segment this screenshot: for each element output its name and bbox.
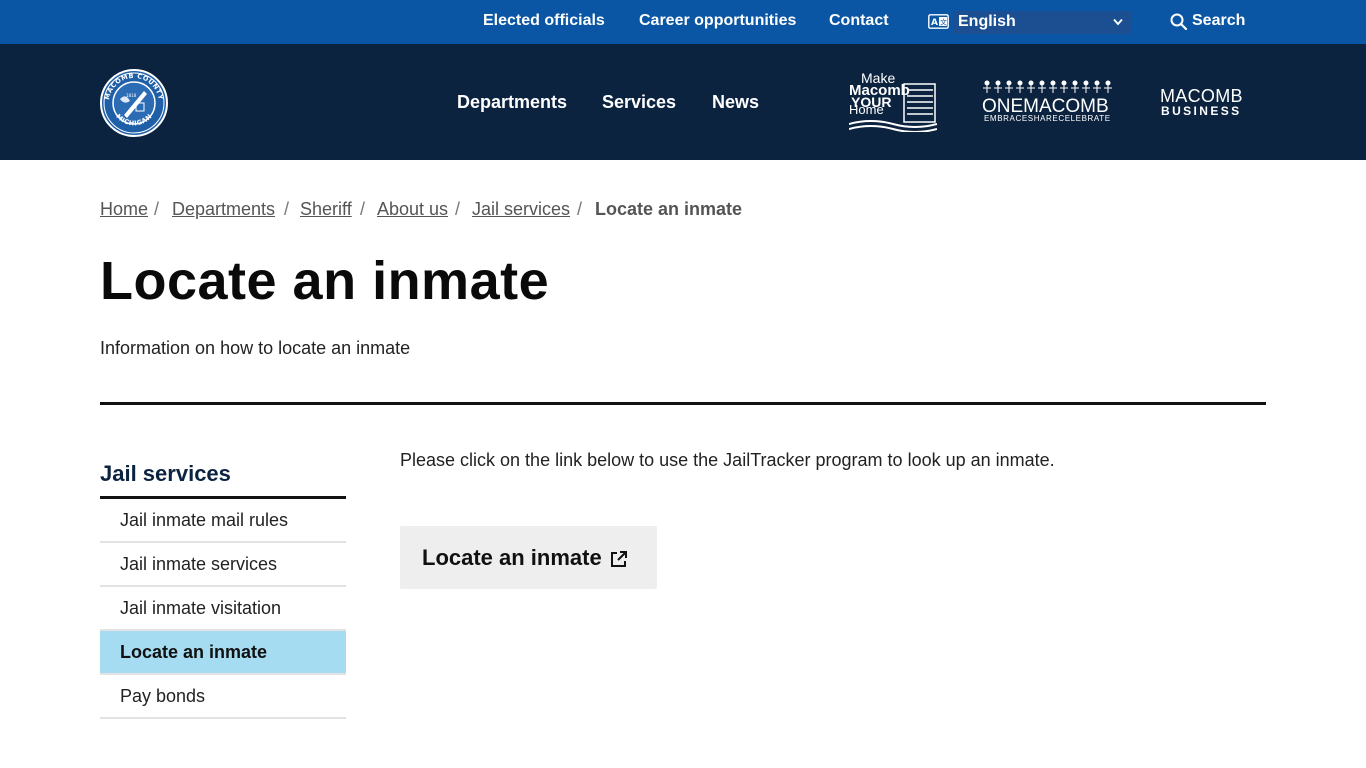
make-macomb-your-home-logo[interactable]: Make Macomb YOUR Home: [849, 70, 937, 132]
main-header: 1818 MACOMB COUNTY MICHIGAN Departments …: [0, 44, 1366, 160]
breadcrumb-home[interactable]: Home: [100, 199, 148, 220]
external-link-icon: [611, 551, 627, 567]
breadcrumb-departments[interactable]: Departments: [172, 199, 275, 220]
sidebar-item-inmate-services[interactable]: Jail inmate services: [100, 543, 346, 587]
sidebar-item-label: Pay bonds: [120, 686, 206, 706]
language-select[interactable]: English: [953, 11, 1131, 34]
page-intro: Information on how to locate an inmate: [100, 338, 411, 358]
sidebar-item-label: Jail inmate mail rules: [120, 510, 289, 530]
sidebar-item-visitation[interactable]: Jail inmate visitation: [100, 587, 346, 631]
sidebar-item-label: Jail inmate services: [120, 554, 278, 574]
breadcrumb-separator: /: [154, 199, 160, 219]
breadcrumb-sheriff[interactable]: Sheriff: [300, 199, 352, 220]
search-icon: [1170, 13, 1187, 30]
macomb-county-seal-logo[interactable]: 1818 MACOMB COUNTY MICHIGAN: [100, 69, 168, 137]
sidebar-title: Jail services: [100, 461, 231, 486]
contact-link[interactable]: Contact: [829, 12, 889, 30]
elected-officials-link[interactable]: Elected officials: [483, 12, 605, 30]
sidebar-item-pay-bonds[interactable]: Pay bonds: [100, 675, 346, 719]
translate-icon: A 文: [928, 14, 949, 29]
locate-inmate-button[interactable]: Locate an inmate: [400, 526, 657, 589]
logo-text-tagline: EMBRACESHARECELEBRATE: [984, 114, 1111, 123]
section-divider: [100, 402, 1266, 405]
page-title: Locate an inmate: [100, 251, 550, 311]
breadcrumb-about-us[interactable]: About us: [377, 199, 448, 220]
logo-text-home: Home: [849, 102, 884, 117]
utility-bar: Elected officials Career opportunities C…: [0, 0, 1366, 44]
one-macomb-logo[interactable]: ONEMACOMB EMBRACESHARECELEBRATE: [981, 80, 1115, 126]
nav-services[interactable]: Services: [602, 92, 676, 113]
chevron-down-icon: [1113, 18, 1123, 26]
seal-year: 1818: [126, 93, 137, 98]
breadcrumb-separator: /: [360, 199, 366, 219]
breadcrumb-separator: /: [284, 199, 290, 219]
sidebar-item-label: Locate an inmate: [120, 642, 268, 662]
nav-news[interactable]: News: [712, 92, 759, 113]
svg-text:文: 文: [940, 18, 947, 27]
svg-text:A: A: [931, 18, 938, 28]
breadcrumb-separator: /: [455, 199, 461, 219]
search-label: Search: [1192, 12, 1246, 29]
sidebar-item-label: Jail inmate visitation: [120, 598, 282, 618]
logo-text-business: BUSINESS: [1161, 104, 1242, 118]
breadcrumb-jail-services[interactable]: Jail services: [472, 199, 570, 220]
button-label: Locate an inmate: [422, 545, 602, 570]
career-opportunities-link[interactable]: Career opportunities: [639, 12, 796, 30]
sidebar-item-mail-rules[interactable]: Jail inmate mail rules: [100, 499, 346, 543]
language-value: English: [958, 13, 1016, 30]
macomb-business-logo[interactable]: MACOMB BUSINESS: [1160, 86, 1244, 120]
breadcrumb-separator: /: [577, 199, 583, 219]
nav-departments[interactable]: Departments: [457, 92, 567, 113]
content-text: Please click on the link below to use th…: [400, 450, 1055, 470]
sidebar-item-locate-inmate[interactable]: Locate an inmate: [100, 631, 346, 675]
breadcrumb-current: Locate an inmate: [595, 199, 743, 219]
